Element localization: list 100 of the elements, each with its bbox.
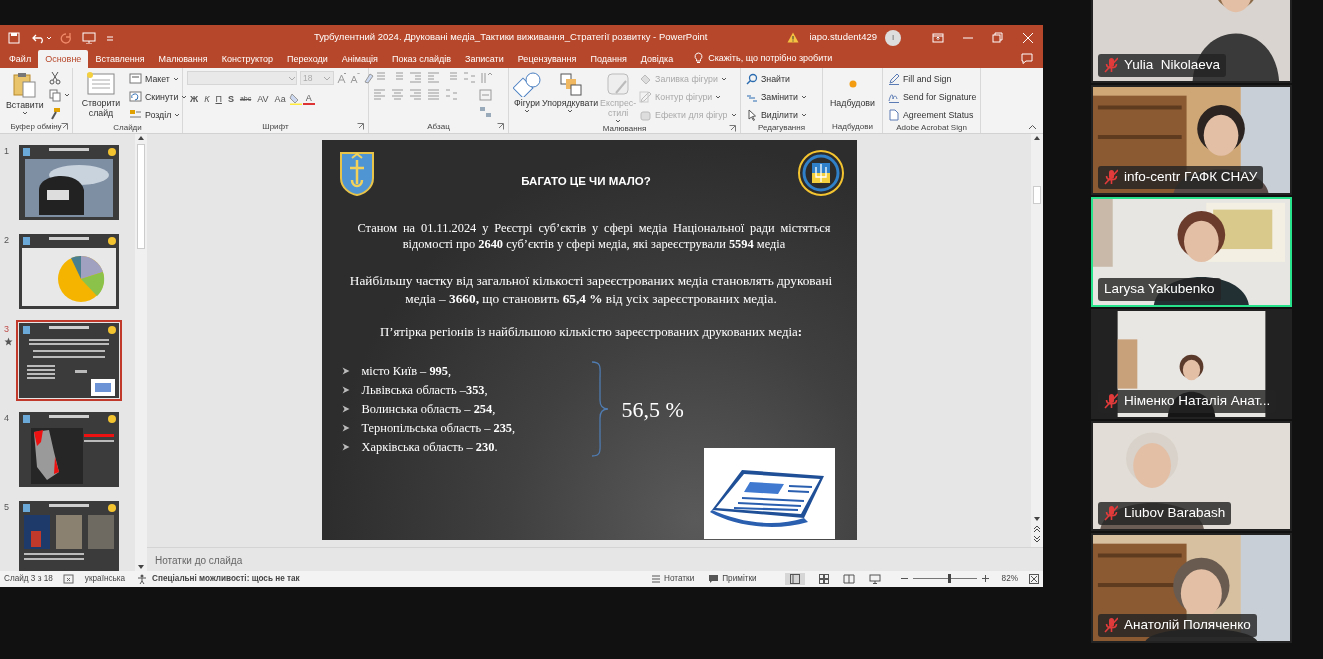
slide-number: 1 <box>4 145 9 158</box>
region-item: місто Київ – 995, <box>361 362 452 380</box>
reading-view-icon[interactable] <box>842 574 855 584</box>
search-hint[interactable]: Скажіть, що потрібно зробити <box>708 51 833 65</box>
section-icon <box>129 108 142 121</box>
ribbon-tab[interactable]: Основне <box>38 50 89 68</box>
lightbulb-icon <box>694 52 704 65</box>
slide-icon <box>86 71 116 97</box>
format-painter-icon[interactable] <box>48 107 61 121</box>
dialog-launcher-icon[interactable] <box>357 123 364 130</box>
format-button[interactable]: К <box>201 91 213 106</box>
slide-number: 3 <box>4 323 9 336</box>
ribbon-tab[interactable]: Файл <box>2 50 39 68</box>
region-item: Львівська область –353, <box>361 381 488 399</box>
zoom-slider-handle[interactable] <box>947 574 951 584</box>
acrobat-button[interactable]: Fill and Sign <box>887 71 978 86</box>
font-name-field[interactable] <box>187 71 297 85</box>
select-button[interactable]: Виділити <box>745 107 808 122</box>
notes-button[interactable]: Нотатки <box>649 572 697 586</box>
ribbon-tab[interactable]: Малювання <box>151 50 215 68</box>
cut-icon[interactable] <box>48 71 61 85</box>
acrobat-button[interactable]: Send for Signature <box>887 89 978 104</box>
zoom-in-icon[interactable] <box>981 575 989 583</box>
slide-counter: Слайд 3 з 18 <box>4 572 53 585</box>
ribbon-tab[interactable]: Показ слайдів <box>385 50 458 68</box>
present-icon[interactable] <box>82 31 96 44</box>
highlight-icon[interactable] <box>288 92 303 105</box>
paste-button[interactable]: Вставити <box>4 71 46 115</box>
format-button[interactable]: S <box>224 91 237 106</box>
scrollbar-thumb[interactable] <box>1033 186 1041 204</box>
collapse-ribbon-icon[interactable] <box>1028 124 1037 130</box>
participant-name: Larysa Yakubenko <box>1104 279 1215 298</box>
notes-field[interactable]: Нотатки до слайда <box>147 550 447 569</box>
spellcheck-icon[interactable] <box>62 574 75 584</box>
ribbon-display-icon[interactable] <box>932 31 944 44</box>
next-slide-icon[interactable] <box>1033 535 1041 543</box>
save-icon[interactable] <box>8 31 20 44</box>
group-label: Буфер обміну <box>10 121 62 133</box>
caret-icon[interactable] <box>21 111 28 115</box>
format-button[interactable]: Аа <box>271 91 289 106</box>
format-button[interactable]: Ж <box>187 91 202 106</box>
replace-button[interactable]: Замінити <box>745 89 808 104</box>
caret-icon[interactable] <box>567 109 574 113</box>
comments-icon[interactable] <box>1021 53 1033 64</box>
scrollbar-thumb[interactable] <box>137 144 145 249</box>
caret-icon[interactable] <box>800 94 807 99</box>
dot-icon <box>847 79 858 89</box>
acrobat-button[interactable]: Agreement Status <box>887 107 978 122</box>
ribbon-tab[interactable]: Подання <box>583 50 634 68</box>
comment-icon <box>708 574 720 584</box>
format-button[interactable]: A <box>302 92 315 105</box>
region-item: Харківська область – 230. <box>361 438 498 456</box>
slide-paragraph: Найбільшу частку від загальної кількості зареєстрованих медіа становлять друковані медіа – 3660, що становить 65,4 % від усіх зареєстрованих медіа. <box>348 272 834 308</box>
ribbon-tab[interactable]: Переходи <box>280 50 335 68</box>
copy-icon[interactable] <box>48 89 61 103</box>
format-button[interactable]: AV <box>254 91 272 106</box>
ribbon-tab[interactable]: Записати <box>457 50 511 68</box>
close-icon[interactable] <box>1022 31 1034 44</box>
restore-icon[interactable] <box>992 31 1004 44</box>
accessibility-button[interactable]: Спеціальні можливості: щось не так <box>135 572 302 586</box>
group-label: Абзац <box>427 121 450 133</box>
ribbon-tab[interactable]: Конструктор <box>214 50 280 68</box>
avatar[interactable]: I <box>885 29 901 46</box>
comments-button[interactable]: Примітки <box>706 572 759 586</box>
ribbon-tab[interactable]: Анімація <box>334 50 385 68</box>
find-button[interactable]: Знайти <box>745 71 808 86</box>
ribbon-tab[interactable]: Рецензування <box>510 50 584 68</box>
drawing-tool-button[interactable]: Фігури <box>513 71 541 113</box>
new-slide-button[interactable]: Створити слайд <box>77 71 125 118</box>
layout-button[interactable]: Макет <box>128 71 189 86</box>
dialog-launcher-icon[interactable] <box>61 123 68 130</box>
drawing-tool-button[interactable]: Упорядкувати <box>542 71 599 113</box>
previous-slide-icon[interactable] <box>1033 525 1041 533</box>
add-ins-button[interactable]: Надбудови <box>827 71 878 108</box>
caret-icon[interactable] <box>174 112 181 117</box>
bullet-icon <box>341 424 350 433</box>
scroll-down-icon[interactable] <box>1033 515 1041 523</box>
participant-name: Німенко Наталія Анат... <box>1124 391 1271 410</box>
coat-of-arms-icon <box>337 150 376 196</box>
normal-view-icon[interactable] <box>784 573 805 585</box>
caret-icon[interactable] <box>63 93 70 97</box>
section-button[interactable]: Розділ <box>128 107 189 122</box>
ribbon-tab[interactable]: Вставлення <box>88 50 152 68</box>
format-button[interactable]: П <box>212 91 225 106</box>
caret-icon[interactable] <box>181 94 188 99</box>
caret-icon[interactable] <box>800 112 807 117</box>
slide-sorter-icon[interactable] <box>818 574 829 584</box>
caret-icon[interactable] <box>524 109 530 113</box>
grow-font-icon[interactable] <box>337 72 347 84</box>
zoom-level[interactable]: 82% <box>1001 572 1018 586</box>
language-label[interactable]: українська <box>84 572 126 586</box>
slide-paragraph: Станом на 01.11.2024 у Реєстрі суб’єктів у сфері медіа Національної ради містяться відомості про 2640 суб’єктів у сфері медіа, які зареєстрували 5594 медіа <box>357 220 831 252</box>
fit-slide-icon[interactable] <box>1029 574 1039 584</box>
shrink-font-icon[interactable] <box>350 72 360 84</box>
dialog-launcher-icon[interactable] <box>729 125 736 132</box>
caret-icon[interactable] <box>172 76 179 81</box>
reset-button[interactable]: Скинути <box>128 89 189 104</box>
slideshow-icon[interactable] <box>868 574 881 584</box>
ribbon-tab[interactable]: Довідка <box>633 50 681 68</box>
dialog-launcher-icon[interactable] <box>497 123 504 130</box>
